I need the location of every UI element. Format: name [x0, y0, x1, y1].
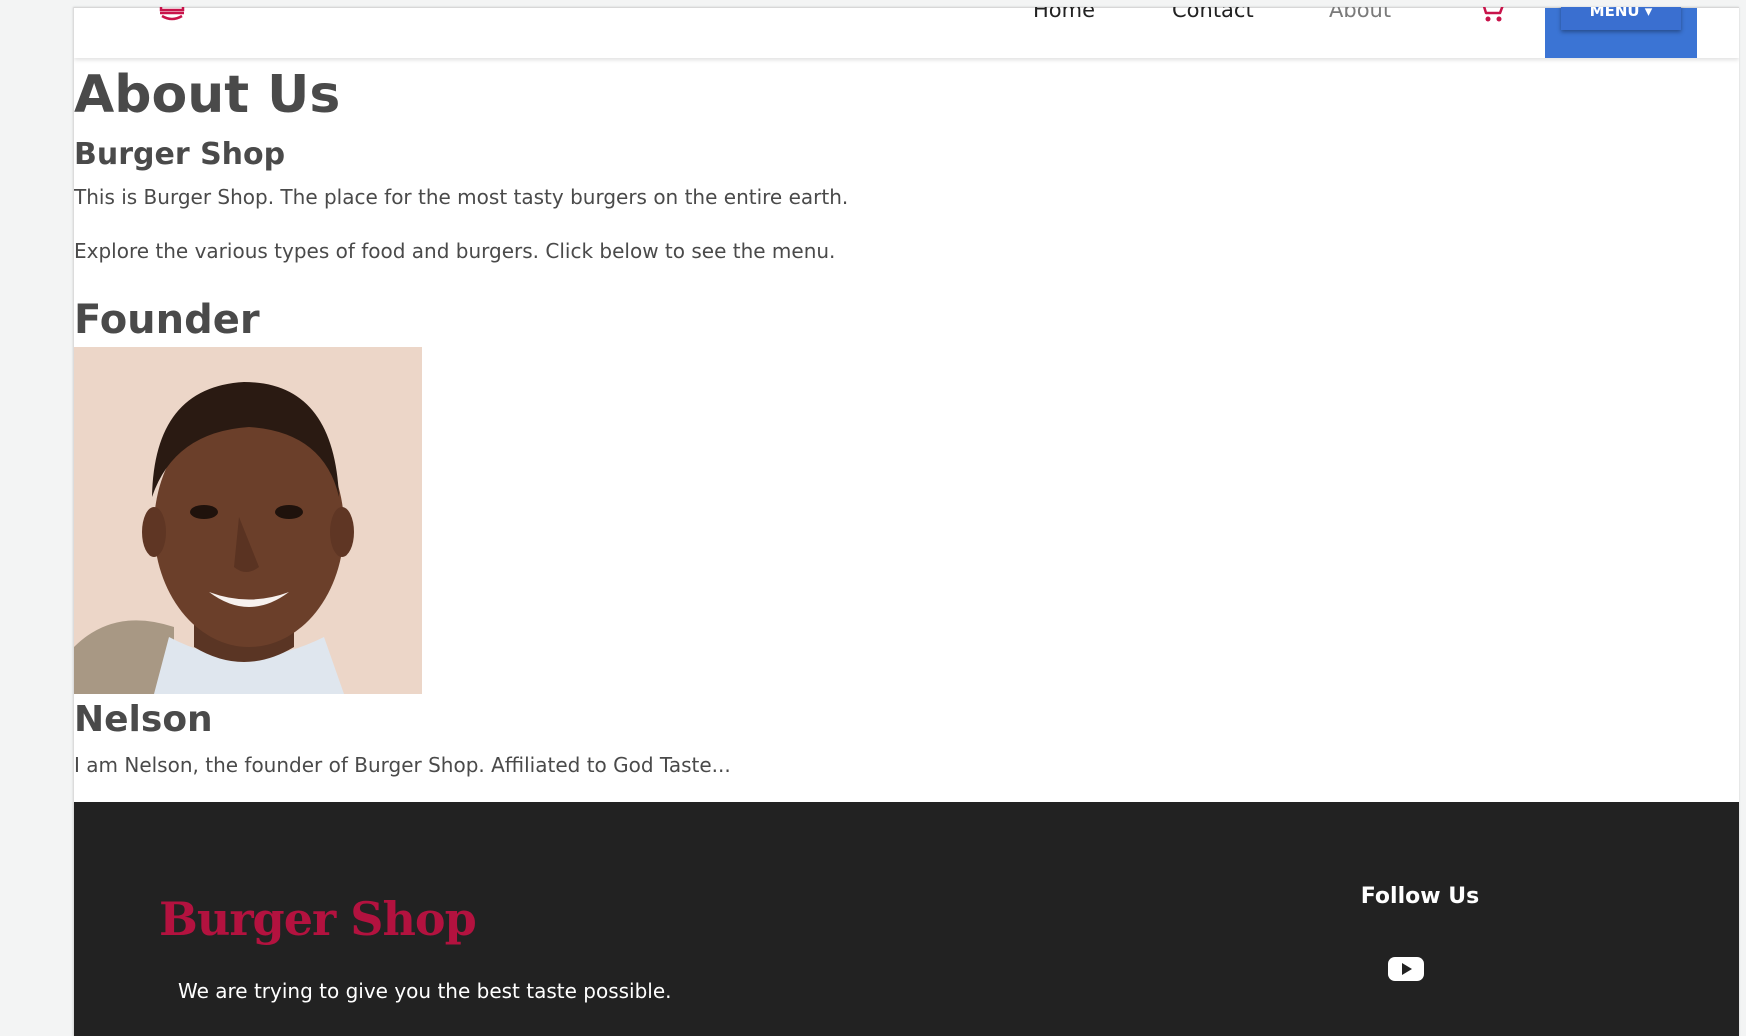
footer-brand[interactable]: Burger Shop: [159, 892, 477, 946]
footer-tagline: We are trying to give you the best taste…: [178, 979, 672, 1003]
burger-icon[interactable]: [158, 7, 186, 22]
founder-name: Nelson: [74, 699, 213, 740]
nav-link-contact[interactable]: Contact: [1172, 7, 1254, 22]
founder-bio: I am Nelson, the founder of Burger Shop.…: [74, 753, 731, 777]
menu-container: MENU ▾: [1545, 7, 1697, 58]
about-paragraph-1: This is Burger Shop. The place for the m…: [74, 185, 849, 209]
about-paragraph-2: Explore the various types of food and bu…: [74, 239, 836, 263]
nav-link-home[interactable]: Home: [1033, 7, 1095, 22]
shop-heading: Burger Shop: [74, 137, 286, 172]
page-title: About Us: [74, 65, 341, 125]
top-navbar: Home Contact About MENU ▾: [74, 7, 1739, 58]
menu-button[interactable]: MENU ▾: [1561, 7, 1681, 30]
nav-link-about[interactable]: About: [1329, 7, 1391, 22]
cart-icon[interactable]: [1476, 7, 1506, 24]
follow-us-heading: Follow Us: [1360, 884, 1480, 909]
footer: Burger Shop We are trying to give you th…: [74, 802, 1739, 1036]
founder-heading: Founder: [74, 297, 260, 343]
founder-photo: [74, 347, 422, 694]
page: Home Contact About MENU ▾ About Us Burge…: [73, 7, 1739, 1036]
youtube-icon[interactable]: [1386, 954, 1426, 984]
